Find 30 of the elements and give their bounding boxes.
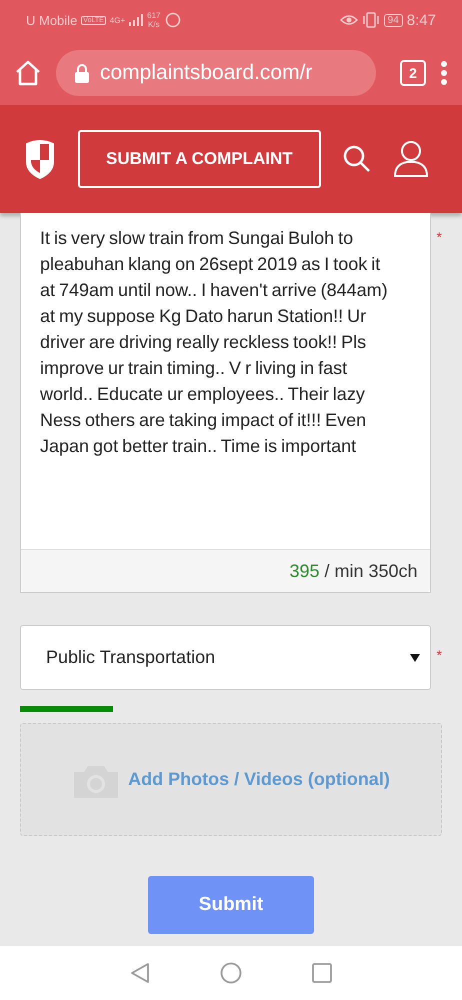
complaint-text: It is very slow train from Sungai Buloh to pleabuhan klang on 26sept 2019 as I took it at 749am until now.. I haven't arrive (844am) at my suppose Kg Dato harun Station!! Ur driver are driving really reckless took!! Pls improve ur train timing.. V r living in fast world.. Educate ur employees.. Their lazy Ness others are taking impact of it!!! Even Japan got better train.. Time is important [39,227,389,458]
shield-logo-icon[interactable] [24,138,56,180]
home-icon[interactable] [14,58,42,86]
dropdown-caret-icon [410,654,420,662]
user-icon[interactable] [392,140,429,178]
submit-button[interactable]: Submit [148,876,314,934]
menu-icon[interactable] [440,60,448,86]
network-type: 4G+ [110,16,126,24]
lock-icon [74,62,90,82]
character-count: 395 [289,560,320,582]
character-minimum: / min 350ch [324,560,418,582]
carrier-name: U Mobile [26,12,78,28]
required-mark: * [436,647,442,663]
network-speed: 617 K/s [147,11,160,29]
complaint-textarea[interactable] [20,213,431,593]
tab-count-button[interactable]: 2 [400,60,426,86]
back-icon[interactable] [130,962,150,984]
required-mark: * [436,229,442,245]
eye-icon [340,13,358,27]
clock-time: 8:47 [406,12,436,28]
submit-complaint-button[interactable]: SUBMIT A COMPLAINT [78,130,321,188]
home-circle-icon[interactable] [220,962,242,984]
recents-icon[interactable] [312,963,332,983]
search-icon[interactable] [342,145,371,173]
battery-level: 94 [384,14,403,26]
vibrate-icon [362,12,380,28]
category-dropdown[interactable]: Public Transportation [20,625,431,690]
upload-area[interactable]: Add Photos / Videos (optional) [20,723,442,836]
signal-icon [129,14,144,26]
address-bar[interactable]: complaintsboard.com/r [56,50,376,96]
